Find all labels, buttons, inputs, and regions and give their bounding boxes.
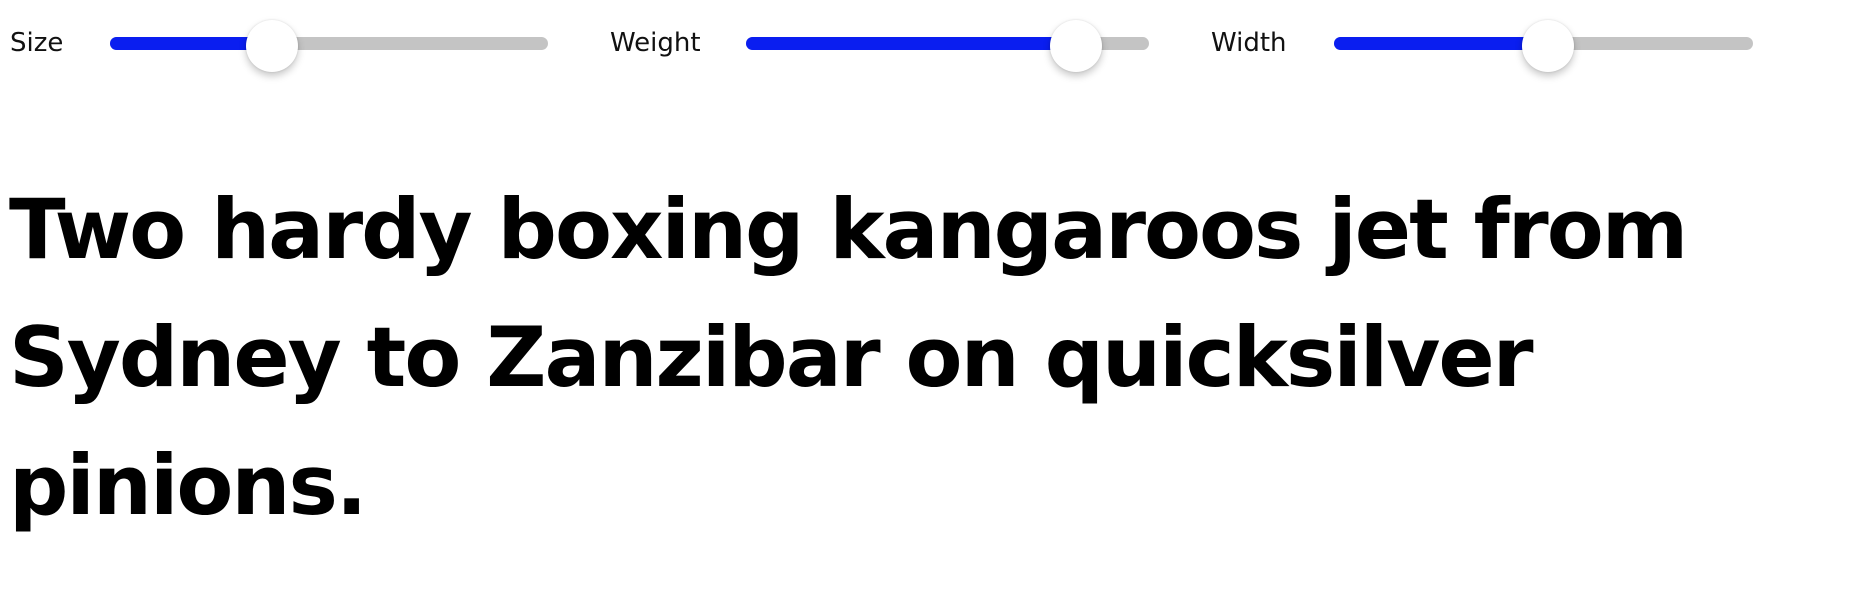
- width-slider-thumb[interactable]: [1521, 20, 1574, 72]
- weight-label: Weight: [610, 28, 701, 58]
- size-control: Size: [0, 0, 560, 86]
- specimen-text: Two hardy boxing kangaroos jet from Sydn…: [9, 181, 1688, 534]
- weight-slider[interactable]: [746, 20, 1149, 72]
- width-control: Width: [1211, 0, 1771, 86]
- weight-control: Weight: [610, 0, 1170, 86]
- size-slider-thumb[interactable]: [246, 20, 299, 72]
- width-slider[interactable]: [1334, 20, 1753, 72]
- width-label: Width: [1211, 28, 1287, 58]
- weight-slider-fill: [746, 37, 1077, 50]
- size-label: Size: [10, 28, 64, 58]
- width-slider-fill: [1334, 37, 1548, 50]
- weight-slider-thumb[interactable]: [1050, 20, 1103, 72]
- size-slider[interactable]: [110, 20, 548, 72]
- font-controls: Size Weight Width: [0, 0, 1858, 90]
